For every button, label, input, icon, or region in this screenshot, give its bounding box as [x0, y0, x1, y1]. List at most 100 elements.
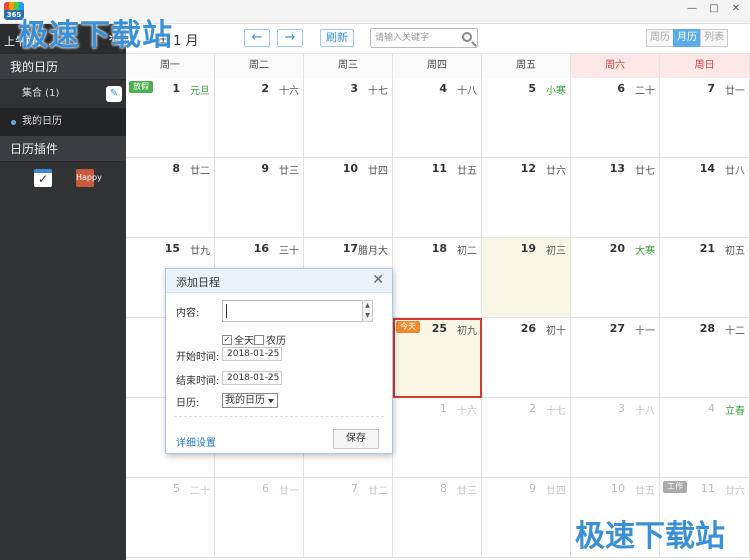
lunar-date: 廿二	[190, 166, 210, 177]
day-number: 8	[172, 162, 180, 175]
day-cell[interactable]: 1 元旦 放假	[126, 78, 215, 158]
search-icon[interactable]	[456, 28, 478, 48]
weekday-wed: 周三	[304, 54, 393, 78]
day-number: 16	[253, 242, 269, 255]
lunar-checkbox[interactable]: 农历	[254, 332, 286, 347]
tab-week[interactable]: 周历	[646, 29, 674, 47]
day-cell[interactable]: 26 初十	[482, 318, 571, 398]
birthday-plugin-icon[interactable]: Happy	[76, 169, 102, 187]
plugins-heading: 日历插件	[0, 136, 126, 162]
end-date-field[interactable]: 2018-01-25	[222, 371, 282, 385]
day-number: 3	[618, 402, 625, 415]
lunar-date: 廿六	[725, 486, 745, 497]
lunar-date: 廿三	[457, 486, 477, 497]
day-number: 15	[164, 242, 180, 255]
prev-month-button[interactable]: ←	[244, 29, 270, 47]
day-cell[interactable]: 14 廿八	[660, 158, 750, 238]
day-number: 26	[520, 322, 536, 335]
weekday-header: 周一 周二 周三 周四 周五 周六 周日	[126, 54, 750, 78]
sidebar-item-my-calendar[interactable]: 我的日历	[0, 108, 126, 136]
day-cell[interactable]: 20 大寒	[571, 238, 660, 318]
calendar-select[interactable]: 我的日历	[222, 393, 278, 408]
lunar-date: 十七	[368, 86, 388, 97]
minimize-button[interactable]: —	[682, 3, 702, 17]
tab-list[interactable]: 列表	[700, 29, 728, 47]
watermark-top: 极速下载站	[18, 18, 173, 53]
calendar-check-icon[interactable]: ✓	[34, 169, 52, 187]
lunar-date: 廿一	[725, 86, 745, 97]
lunar-date: 廿三	[279, 166, 299, 177]
day-cell[interactable]: 10 廿四	[304, 158, 393, 238]
start-date-field[interactable]: 2018-01-25	[222, 347, 282, 361]
toolbar: 年 1 月 ← → 刷新 请输入关键字 周历 月历 列表	[126, 24, 750, 54]
day-cell[interactable]: 6 廿一	[215, 478, 304, 558]
details-settings-link[interactable]: 详细设置	[176, 434, 216, 449]
day-cell[interactable]: 8 廿二	[126, 158, 215, 238]
refresh-button[interactable]: 刷新	[320, 29, 354, 47]
day-cell[interactable]: 27 十一	[571, 318, 660, 398]
close-button[interactable]: ✕	[726, 3, 746, 17]
day-cell[interactable]: 9 廿三	[215, 158, 304, 238]
day-cell[interactable]: 8 廿三	[393, 478, 482, 558]
day-number: 28	[699, 322, 715, 335]
maximize-button[interactable]: □	[704, 3, 724, 17]
day-number: 1	[440, 402, 447, 415]
day-cell[interactable]: 12 廿六	[482, 158, 571, 238]
next-month-button[interactable]: →	[277, 29, 303, 47]
day-cell[interactable]: 2 十七	[482, 398, 571, 478]
dialog-title: 添加日程	[176, 276, 220, 289]
lunar-date: 初十	[546, 326, 566, 337]
day-number: 1	[172, 82, 180, 95]
day-cell[interactable]: 2 十六	[215, 78, 304, 158]
lunar-date: 十七	[546, 406, 566, 417]
allday-checkbox[interactable]: ✓ 全天	[222, 332, 254, 347]
day-cell[interactable]: 9 廿四	[482, 478, 571, 558]
day-cell[interactable]: 7 廿二	[304, 478, 393, 558]
weekday-sun: 周日	[660, 54, 750, 78]
day-cell[interactable]: 4 十八	[393, 78, 482, 158]
day-cell[interactable]: 11 廿五	[393, 158, 482, 238]
edit-icon[interactable]: ✎	[106, 86, 122, 102]
day-number: 14	[699, 162, 715, 175]
work-badge: 工作	[663, 481, 687, 493]
day-cell[interactable]: 3 十八	[571, 398, 660, 478]
content-scroll-stepper[interactable]: ▲ ▼	[362, 300, 373, 322]
add-event-dialog: 添加日程 ✕ 内容: ▲ ▼ ✓ 全天 农历 开始时间: 2018-01-25 结…	[165, 268, 393, 454]
day-number: 27	[609, 322, 625, 335]
day-cell[interactable]: 21 初五	[660, 238, 750, 318]
lunar-check-box	[254, 334, 264, 345]
day-number: 11	[701, 482, 715, 495]
day-cell[interactable]: 19 初三	[482, 238, 571, 318]
lunar-date: 三十	[279, 246, 299, 257]
day-number: 10	[342, 162, 358, 175]
day-cell[interactable]: 4 立春	[660, 398, 750, 478]
holiday-badge: 放假	[129, 81, 153, 93]
day-number: 19	[520, 242, 536, 255]
close-icon[interactable]: ✕	[372, 272, 384, 288]
content-input[interactable]	[222, 300, 372, 322]
day-number: 4	[708, 402, 715, 415]
lunar-date: 廿五	[635, 486, 655, 497]
day-cell[interactable]: 1 十六	[393, 398, 482, 478]
save-button[interactable]: 保存	[333, 429, 379, 449]
day-cell[interactable]: 18 初二	[393, 238, 482, 318]
end-time-label: 结束时间:	[176, 376, 220, 387]
tab-month[interactable]: 月历	[673, 29, 701, 47]
day-cell[interactable]: 13 廿七	[571, 158, 660, 238]
day-cell[interactable]: 25 初九 今天	[393, 318, 482, 398]
day-cell[interactable]: 28 十二	[660, 318, 750, 398]
allday-label: 全天	[234, 336, 254, 347]
collection-label: 集合 (1)	[22, 88, 60, 99]
day-number: 17	[342, 242, 358, 255]
sidebar-item-collection[interactable]: 集合 (1) ✎	[0, 80, 126, 108]
lunar-date: 二十	[635, 86, 655, 97]
day-number: 8	[440, 482, 447, 495]
lunar-date: 大寒	[635, 246, 655, 257]
allday-check-icon: ✓	[222, 334, 232, 345]
day-cell[interactable]: 5 小寒	[482, 78, 571, 158]
day-cell[interactable]: 7 廿一	[660, 78, 750, 158]
day-cell[interactable]: 6 二十	[571, 78, 660, 158]
day-cell[interactable]: 5 二十	[126, 478, 215, 558]
day-cell[interactable]: 3 十七	[304, 78, 393, 158]
lunar-date: 小寒	[546, 86, 566, 97]
